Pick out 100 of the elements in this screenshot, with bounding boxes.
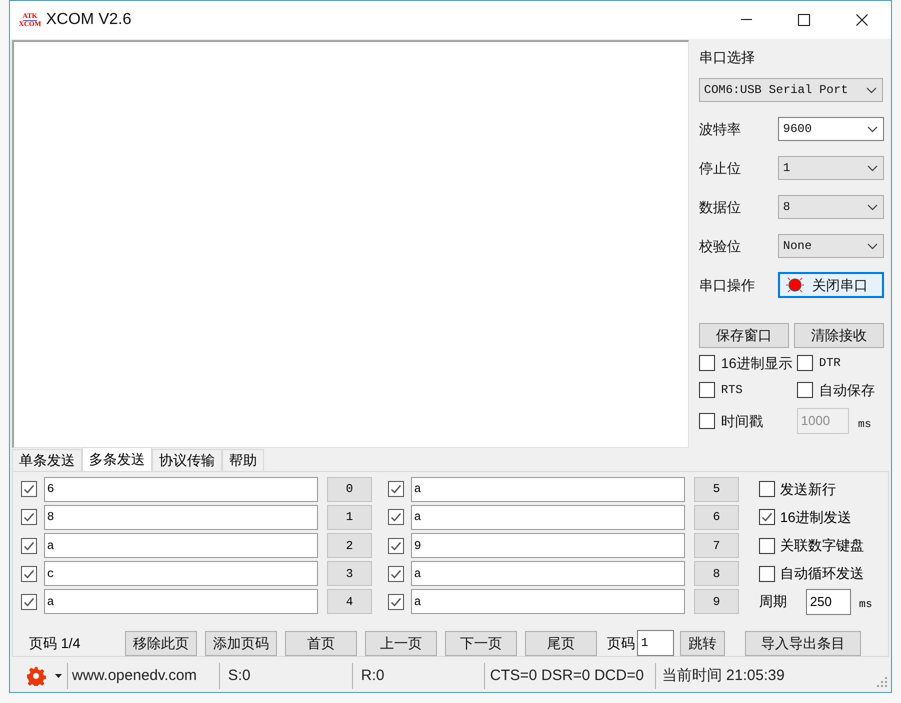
button[interactable]: 首页 [285,630,357,656]
checkbox[interactable] [759,566,775,582]
port-toggle-button[interactable]: 关闭串口 [778,272,884,298]
check-icon [390,511,402,524]
checkbox-label: 16进制显示 [721,354,793,372]
checkbox-label: 关联数字键盘 [780,536,864,555]
window-title: XCOM V2.6 [46,10,132,30]
unit-label: ms [859,598,872,613]
send-button[interactable]: 7 [694,533,739,558]
period-label: 周期 [759,592,788,612]
received-count: R:0 [361,666,386,686]
send-button[interactable]: 2 [327,533,372,558]
resize-grip-icon[interactable] [876,676,888,688]
checkbox[interactable] [388,594,404,610]
field-label: 校验位 [699,236,742,256]
checkbox[interactable] [388,509,404,526]
send-text-field[interactable]: a [411,589,685,614]
checkbox-label: 自动循环发送 [780,564,864,584]
checkbox[interactable] [759,509,775,526]
checkbox-label: RTS [721,382,743,399]
checkbox-label: DTR [819,355,841,372]
dropdown-field[interactable]: None [778,234,884,258]
checkbox[interactable] [388,566,404,582]
checkbox[interactable] [21,538,37,554]
check-icon [23,568,35,580]
dropdown-field[interactable]: 1 [778,156,884,180]
sent-count: S:0 [228,666,252,686]
button[interactable]: 下一页 [445,630,517,656]
send-text-field[interactable]: 6 [44,476,318,502]
send-text-field[interactable]: c [44,561,318,586]
dropdown-arrow-icon[interactable] [55,674,62,678]
check-icon [23,511,35,524]
check-icon [390,596,402,608]
checkbox-label: 发送新行 [780,480,836,499]
send-button[interactable]: 4 [327,589,372,614]
website-text: www.openedv.com [72,666,198,686]
button[interactable]: 导入导出条目 [745,630,861,656]
checkbox[interactable] [699,382,715,398]
send-button[interactable]: 1 [327,504,372,530]
checkbox[interactable] [21,566,37,582]
checkbox[interactable] [797,355,813,371]
dropdown-field[interactable]: 8 [778,195,884,219]
field-label: 停止位 [699,158,742,178]
checkbox[interactable] [21,509,37,526]
tab[interactable]: 多条发送 [82,447,152,471]
send-text-field[interactable]: a [411,476,685,502]
current-time: 当前时间 21:05:39 [662,666,785,686]
checkbox[interactable] [21,594,37,610]
checkbox[interactable] [759,481,775,498]
send-button[interactable]: 6 [694,504,739,530]
send-text-field[interactable]: 9 [411,533,685,558]
tab[interactable]: 单条发送 [12,449,82,471]
unit-label: ms [858,418,872,433]
port-select-label: 串口选择 [699,48,756,67]
button[interactable]: 添加页码 [205,630,277,656]
button[interactable]: 上一页 [365,630,437,656]
checkbox[interactable] [388,481,404,498]
checkbox-label: 时间戳 [721,412,763,430]
button[interactable]: 移除此页 [125,630,197,656]
checkbox[interactable] [699,413,715,429]
send-button[interactable]: 0 [327,476,372,502]
checkbox[interactable] [759,538,775,554]
port-select[interactable]: COM6:USB Serial Port [699,78,883,102]
checkbox[interactable] [797,382,813,398]
send-button[interactable]: 3 [327,561,372,586]
check-icon [23,483,35,496]
checkbox[interactable] [21,481,37,498]
line-status: CTS=0 DSR=0 DCD=0 [490,666,645,686]
send-text-field[interactable]: a [44,589,318,614]
gear-icon[interactable] [26,666,46,686]
button[interactable]: 跳转 [680,630,725,656]
field-label: 波特率 [699,120,742,138]
field-label: 串口操作 [699,276,756,294]
button[interactable]: 清除接收 [794,323,884,348]
check-icon [761,511,773,524]
check-icon [23,596,35,608]
send-button[interactable]: 9 [694,589,739,614]
send-text-field[interactable]: a [44,533,318,558]
field-label: 数据位 [699,198,742,216]
checkbox-label: 自动保存 [819,380,875,400]
checkbox-label: 16进制发送 [780,508,852,527]
send-text-field[interactable]: a [411,504,685,530]
page-info: 页码 1/4 [29,634,82,653]
page-number-field[interactable]: 1 [637,630,674,656]
checkbox[interactable] [388,538,404,554]
page-label: 页码 [607,634,635,653]
check-icon [390,568,402,580]
send-button[interactable]: 5 [694,476,739,502]
button[interactable]: 保存窗口 [699,323,789,348]
button[interactable]: 尾页 [525,630,597,656]
check-icon [23,540,35,552]
tab[interactable]: 帮助 [222,449,264,471]
send-button[interactable]: 8 [694,561,739,586]
tab[interactable]: 协议传输 [152,449,222,471]
send-text-field[interactable]: a [411,561,685,586]
checkbox[interactable] [699,355,715,371]
period-field[interactable]: 250 [806,588,851,615]
check-icon [390,540,402,552]
dropdown-field[interactable]: 9600 [778,117,884,141]
send-text-field[interactable]: 8 [44,504,318,530]
